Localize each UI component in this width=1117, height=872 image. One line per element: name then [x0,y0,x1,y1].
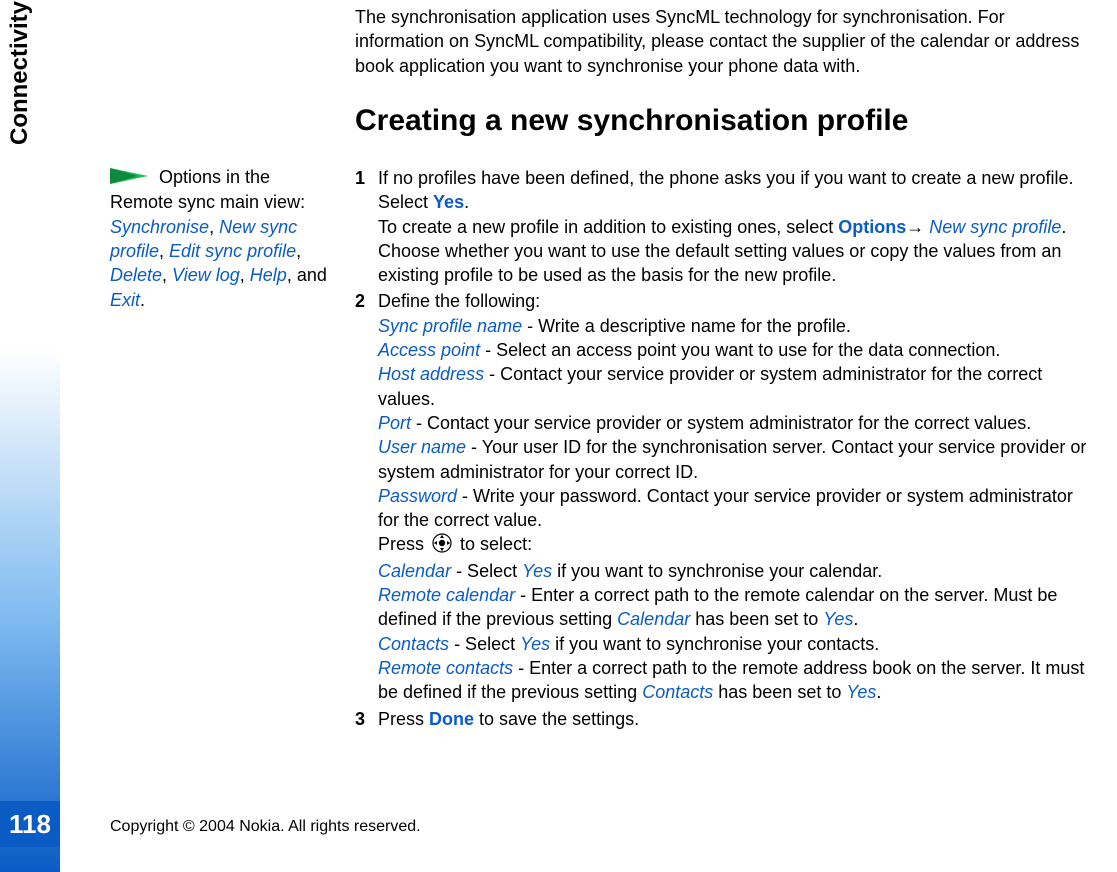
field-user-name: User name [378,437,466,457]
text: - Select [451,561,522,581]
field-password: Password [378,486,457,506]
text: . [853,609,858,629]
step-3: 3 Press Done to save the settings. [355,707,1100,731]
sidebar-option-edit-sync-profile: Edit sync profile [169,241,296,261]
text: has been set to [690,609,823,629]
field-remote-calendar: Remote calendar [378,585,515,605]
step-number: 2 [355,289,373,313]
section-heading: Creating a new synchronisation profile [355,104,908,138]
sidebar-option-view-log: View log [172,265,240,285]
yes-action: Yes [433,192,464,212]
options-action: Options [838,217,906,237]
text: Press [378,534,429,554]
step-body: Press Done to save the settings. [378,707,1093,731]
text: Define the following: [378,291,540,311]
step-1: 1 If no profiles have been defined, the … [355,166,1100,287]
page-number: 118 [0,801,60,847]
new-sync-profile-action: New sync profile [929,217,1061,237]
step-number: 3 [355,707,373,731]
text: - Select [449,634,520,654]
text: Press [378,709,429,729]
sidebar-option-synchronise: Synchronise [110,217,209,237]
text: . [464,192,469,212]
step-number: 1 [355,166,373,190]
text: If no profiles have been defined, the ph… [378,168,1073,212]
main-steps: 1 If no profiles have been defined, the … [355,166,1100,733]
text: if you want to synchronise your calendar… [552,561,882,581]
text: if you want to synchronise your contacts… [550,634,879,654]
sidebar-end: . [140,290,145,310]
sidebar-tail: , and [287,265,327,285]
manual-page: Connectivity 118 Copyright © 2004 Nokia.… [0,0,1117,872]
ref-contacts: Contacts [642,682,713,702]
text: to select: [455,534,532,554]
field-calendar: Calendar [378,561,451,581]
text: To create a new profile in addition to e… [378,217,838,237]
triangle-icon [110,166,148,190]
sidebar-option-help: Help [250,265,287,285]
arrow-icon: → [906,217,929,237]
chapter-label: Connectivity [6,1,34,145]
sidebar-option-delete: Delete [110,265,162,285]
ref-calendar: Calendar [617,609,690,629]
text: has been set to [713,682,846,702]
done-action: Done [429,709,474,729]
field-host-address: Host address [378,364,484,384]
text: - Write a descriptive name for the profi… [522,316,851,336]
text: - Write your password. Contact your serv… [378,486,1073,530]
step-2: 2 Define the following: Sync profile nam… [355,289,1100,704]
options-sidebar: Options in the Remote sync main view: Sy… [110,165,332,312]
text: to save the settings. [474,709,639,729]
yes-value: Yes [823,609,853,629]
field-access-point: Access point [378,340,480,360]
text: . [876,682,881,702]
field-sync-profile-name: Sync profile name [378,316,522,336]
field-remote-contacts: Remote contacts [378,658,513,678]
nav-key-icon [432,533,452,559]
step-body: Define the following: Sync profile name … [378,289,1093,704]
field-port: Port [378,413,411,433]
text: - Your user ID for the synchronisation s… [378,437,1086,481]
copyright-line: Copyright © 2004 Nokia. All rights reser… [110,818,421,836]
step-body: If no profiles have been defined, the ph… [378,166,1093,287]
yes-value: Yes [522,561,552,581]
yes-value: Yes [846,682,876,702]
text: - Select an access point you want to use… [480,340,1000,360]
intro-paragraph: The synchronisation application uses Syn… [355,5,1090,78]
sidebar-option-exit: Exit [110,290,140,310]
text: - Contact your service provider or syste… [411,413,1031,433]
yes-value: Yes [520,634,550,654]
field-contacts: Contacts [378,634,449,654]
